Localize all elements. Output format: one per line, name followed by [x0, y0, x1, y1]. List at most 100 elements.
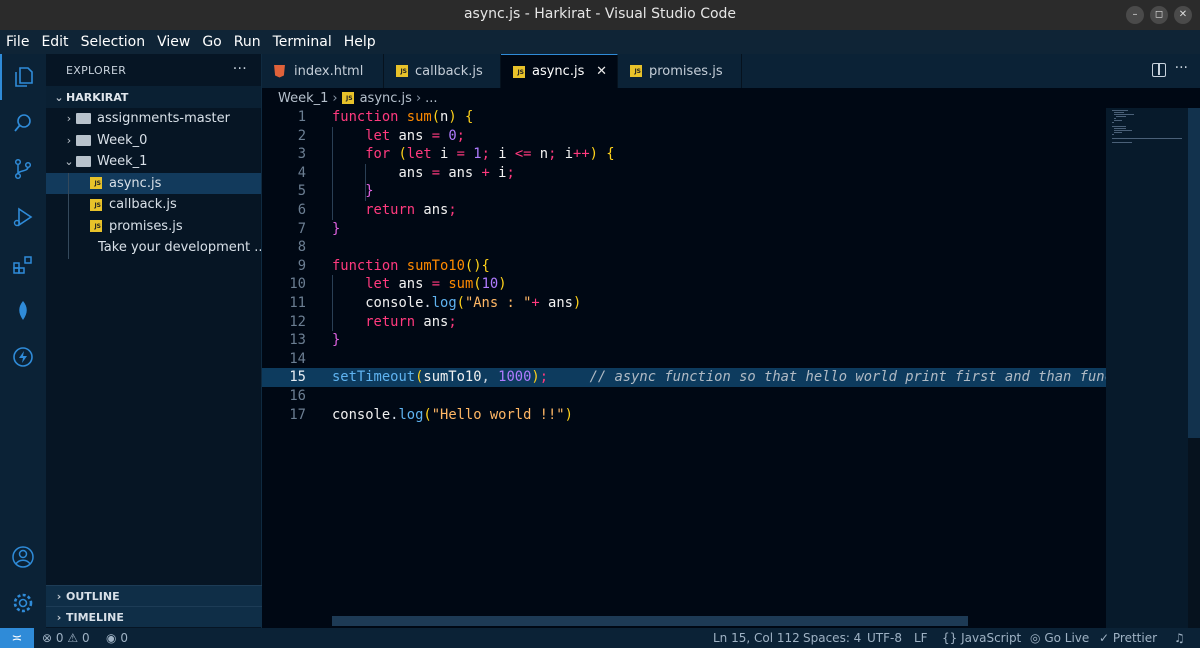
- explorer-sidebar: EXPLORER ··· ⌄ HARKIRAT › assignments-ma…: [46, 54, 262, 628]
- tree-folder-week-0[interactable]: › Week_0: [46, 130, 261, 152]
- language-mode[interactable]: {} JavaScript: [942, 631, 1021, 645]
- js-file-icon: JS: [341, 92, 354, 104]
- js-file-icon: JS: [90, 198, 102, 211]
- tab-async-js[interactable]: JS async.js ✕: [501, 54, 618, 88]
- explorer-icon[interactable]: [0, 54, 46, 100]
- tree-file-async-js[interactable]: JS async.js: [46, 172, 261, 194]
- maximize-button[interactable]: ◻: [1150, 6, 1168, 24]
- menu-go[interactable]: Go: [202, 34, 221, 50]
- code-line[interactable]: 3 for (let i = 1; i <= n; i++) {: [262, 145, 1106, 164]
- close-tab-icon[interactable]: ✕: [596, 64, 607, 79]
- code-text: function sum(n) {: [332, 109, 474, 125]
- js-file-icon: JS: [630, 65, 642, 77]
- breadcrumb-symbols[interactable]: ...: [425, 91, 437, 106]
- menu-file[interactable]: File: [6, 34, 29, 50]
- indentation[interactable]: Spaces: 4: [803, 631, 861, 645]
- braces-icon: {}: [942, 631, 958, 645]
- error-icon: ⊗: [42, 631, 53, 645]
- tree-folder-assignments-master[interactable]: › assignments-master: [46, 108, 261, 130]
- code-line[interactable]: 4 ans = ans + i;: [262, 164, 1106, 183]
- minimize-button[interactable]: –: [1126, 6, 1144, 24]
- code-line[interactable]: 6 return ans;: [262, 201, 1106, 220]
- tree-item-label: Week_0: [97, 132, 148, 148]
- code-line[interactable]: 7}: [262, 220, 1106, 239]
- source-control-icon[interactable]: [0, 146, 46, 192]
- js-file-icon: JS: [396, 65, 408, 77]
- line-number: 14: [289, 350, 306, 367]
- thunder-client-icon[interactable]: [0, 334, 46, 380]
- tree-folder-week-1[interactable]: ⌄ Week_1: [46, 151, 261, 173]
- code-editor[interactable]: 1 function sum(n) { 2 let ans = 0; 3 for (l…: [262, 108, 1106, 628]
- status-bar: ≍ ⊗ 0 ⚠ 0 ◉ 0 Ln 15, Col 112 Spaces: 4 U…: [0, 628, 1200, 648]
- breadcrumb-file[interactable]: async.js: [360, 91, 412, 106]
- split-editor-icon[interactable]: [1152, 63, 1166, 77]
- code-line[interactable]: 14: [262, 350, 1106, 369]
- settings-gear-icon[interactable]: [0, 580, 46, 626]
- tree-file-callback-js[interactable]: JS callback.js: [46, 194, 261, 216]
- minimap[interactable]: [1106, 108, 1188, 628]
- code-line[interactable]: 10 let ans = sum(10): [262, 275, 1106, 294]
- chevron-down-icon: ⌄: [64, 155, 74, 169]
- remote-icon[interactable]: ≍: [0, 628, 34, 648]
- tab-label: async.js: [532, 64, 585, 79]
- code-line[interactable]: 12 return ans;: [262, 313, 1106, 332]
- search-icon[interactable]: [0, 100, 46, 146]
- code-line[interactable]: 15 setTimeout(sumTo10, 1000); // async fu…: [262, 368, 1106, 387]
- code-text: setTimeout(sumTo10, 1000); // async func…: [332, 369, 1106, 386]
- menu-help[interactable]: Help: [344, 34, 376, 50]
- tree-file-promises-js[interactable]: JS promises.js: [46, 215, 261, 237]
- extensions-icon[interactable]: [0, 242, 46, 288]
- scrollbar-thumb[interactable]: [1188, 108, 1200, 438]
- go-live-button[interactable]: ◎ Go Live: [1030, 631, 1089, 645]
- notifications-bell-icon[interactable]: ♫: [1174, 631, 1185, 645]
- code-line[interactable]: 8: [262, 238, 1106, 257]
- run-debug-icon[interactable]: [0, 194, 46, 240]
- account-icon[interactable]: [0, 534, 46, 580]
- cursor-position[interactable]: Ln 15, Col 112: [713, 631, 800, 645]
- double-check-icon: ✓: [1099, 631, 1110, 645]
- menu-edit[interactable]: Edit: [41, 34, 68, 50]
- tree-file-pdf[interactable]: Take your development ...: [46, 237, 261, 259]
- indent-guide: [365, 163, 367, 201]
- code-line[interactable]: 17 console.log("Hello world !!"): [262, 406, 1106, 425]
- tab-index-html[interactable]: index.html: [262, 54, 384, 88]
- vertical-scrollbar[interactable]: [1188, 108, 1200, 628]
- activity-bar: [0, 54, 46, 628]
- prettier-status[interactable]: ✓ Prettier: [1099, 631, 1157, 645]
- chevron-right-icon: ›: [332, 90, 338, 106]
- code-line[interactable]: 11 console.log("Ans : "+ ans): [262, 294, 1106, 313]
- workspace-root[interactable]: ⌄ HARKIRAT: [46, 86, 261, 108]
- horizontal-scrollbar[interactable]: [332, 616, 968, 626]
- tab-label: callback.js: [415, 63, 483, 79]
- menu-terminal[interactable]: Terminal: [273, 34, 332, 50]
- tab-callback-js[interactable]: JS callback.js: [384, 54, 501, 88]
- code-line[interactable]: 2 let ans = 0;: [262, 127, 1106, 146]
- code-line[interactable]: 1 function sum(n) {: [262, 108, 1106, 127]
- chevron-right-icon: ›: [56, 589, 62, 603]
- mongodb-leaf-icon[interactable]: [0, 288, 46, 334]
- code-line[interactable]: 16: [262, 387, 1106, 406]
- ports-indicator[interactable]: ◉ 0: [106, 631, 128, 645]
- code-line[interactable]: 9 function sumTo10(){: [262, 257, 1106, 276]
- problems-indicator[interactable]: ⊗ 0 ⚠ 0: [42, 631, 90, 645]
- menu-run[interactable]: Run: [234, 34, 261, 50]
- breadcrumb-folder[interactable]: Week_1: [278, 91, 328, 106]
- folder-icon: [76, 134, 91, 146]
- line-number: 1: [297, 109, 306, 125]
- outline-panel-header[interactable]: › OUTLINE: [46, 585, 262, 606]
- code-line[interactable]: 13}: [262, 331, 1106, 350]
- encoding[interactable]: UTF-8: [867, 631, 902, 645]
- chevron-down-icon: ⌄: [54, 90, 64, 104]
- end-of-line[interactable]: LF: [914, 631, 928, 645]
- line-number: 15: [289, 369, 306, 386]
- close-window-button[interactable]: ✕: [1174, 6, 1192, 24]
- more-actions-icon[interactable]: ···: [1175, 60, 1188, 76]
- menu-selection[interactable]: Selection: [81, 34, 146, 50]
- timeline-panel-header[interactable]: › TIMELINE: [46, 606, 262, 627]
- title-bar: async.js - Harkirat - Visual Studio Code…: [0, 0, 1200, 30]
- menu-view[interactable]: View: [157, 34, 190, 50]
- more-actions-icon[interactable]: ···: [233, 61, 247, 77]
- tab-promises-js[interactable]: JS promises.js: [618, 54, 742, 88]
- code-line[interactable]: 5 }: [262, 182, 1106, 201]
- indent-guide: [68, 237, 69, 259]
